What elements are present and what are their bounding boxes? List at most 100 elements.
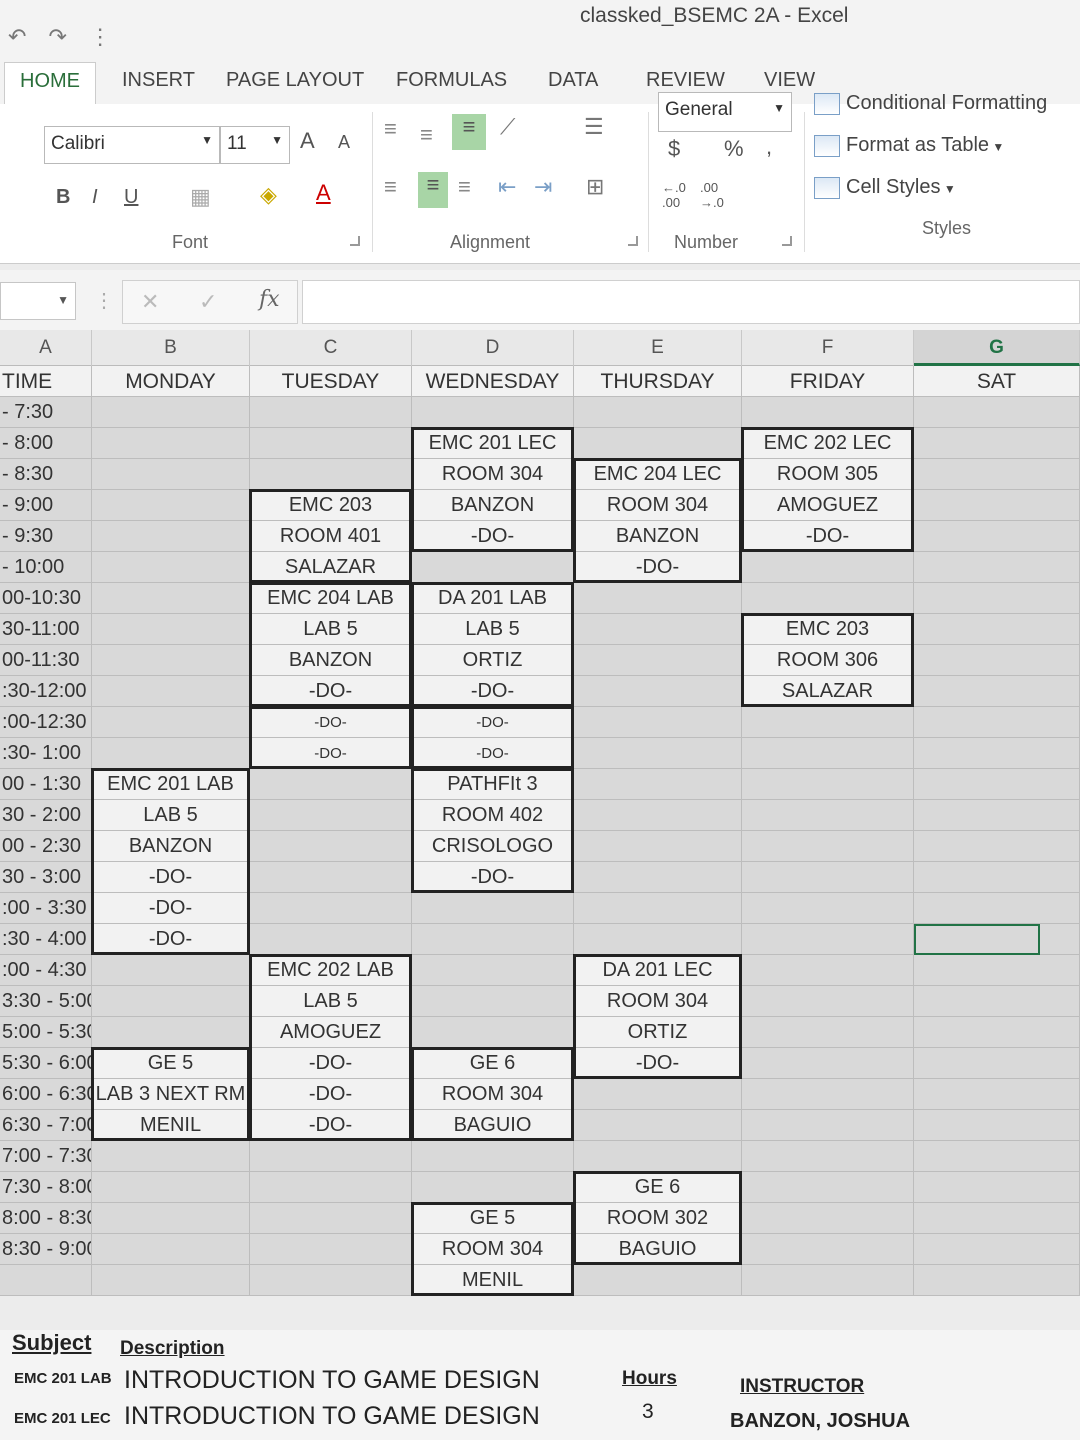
time-cell[interactable]: :00 - 3:30 (0, 893, 92, 924)
schedule-cell[interactable]: ROOM 304 (412, 1234, 574, 1265)
schedule-cell[interactable] (92, 490, 250, 521)
schedule-cell[interactable]: LAB 3 NEXT RM (92, 1079, 250, 1110)
time-cell[interactable]: - 9:00 (0, 490, 92, 521)
schedule-cell[interactable]: AMOGUEZ (742, 490, 914, 521)
schedule-cell[interactable] (914, 1079, 1080, 1110)
schedule-cell[interactable] (250, 1141, 412, 1172)
header-wednesday[interactable]: WEDNESDAY (412, 366, 574, 397)
insert-function-icon[interactable]: fx (259, 287, 280, 312)
time-cell[interactable]: 6:30 - 7:00 (0, 1110, 92, 1141)
schedule-cell[interactable] (574, 924, 742, 955)
schedule-cell[interactable]: BANZON (92, 831, 250, 862)
schedule-cell[interactable]: -DO- (412, 738, 574, 769)
schedule-cell[interactable]: AMOGUEZ (250, 1017, 412, 1048)
schedule-cell[interactable]: EMC 202 LAB (250, 955, 412, 986)
alignment-dialog-launcher[interactable] (628, 236, 638, 246)
borders-icon[interactable]: ▦ (190, 184, 211, 210)
schedule-cell[interactable]: ROOM 304 (412, 459, 574, 490)
schedule-cell[interactable]: -DO- (92, 862, 250, 893)
schedule-cell[interactable] (914, 1048, 1080, 1079)
schedule-cell[interactable] (742, 800, 914, 831)
schedule-cell[interactable]: DA 201 LEC (574, 955, 742, 986)
schedule-cell[interactable] (92, 1172, 250, 1203)
schedule-cell[interactable]: -DO- (412, 521, 574, 552)
schedule-cell[interactable] (250, 893, 412, 924)
schedule-cell[interactable]: ORTIZ (412, 645, 574, 676)
schedule-cell[interactable] (742, 1172, 914, 1203)
schedule-cell[interactable]: PATHFIt 3 (412, 769, 574, 800)
schedule-cell[interactable] (742, 924, 914, 955)
schedule-cell[interactable] (412, 552, 574, 583)
schedule-cell[interactable] (914, 1017, 1080, 1048)
schedule-cell[interactable]: EMC 201 LAB (92, 769, 250, 800)
schedule-cell[interactable]: ROOM 304 (574, 986, 742, 1017)
schedule-cell[interactable]: -DO- (574, 1048, 742, 1079)
tab-data[interactable]: DATA (544, 62, 602, 106)
schedule-cell[interactable]: DA 201 LAB (412, 583, 574, 614)
schedule-cell[interactable] (742, 1234, 914, 1265)
decrease-indent-icon[interactable]: ⇤ (498, 174, 516, 200)
enter-icon[interactable]: ✓ (199, 289, 217, 315)
time-cell[interactable]: - 9:30 (0, 521, 92, 552)
time-cell[interactable]: 6:00 - 6:30 (0, 1079, 92, 1110)
schedule-cell[interactable]: -DO- (250, 676, 412, 707)
schedule-cell[interactable] (742, 707, 914, 738)
align-bottom-icon[interactable]: ≡ (452, 114, 486, 150)
time-cell[interactable]: 8:30 - 9:00 (0, 1234, 92, 1265)
time-cell[interactable]: 30 - 3:00 (0, 862, 92, 893)
schedule-cell[interactable] (92, 397, 250, 428)
schedule-cell[interactable]: GE 5 (412, 1203, 574, 1234)
schedule-cell[interactable]: GE 6 (412, 1048, 574, 1079)
align-left-icon[interactable]: ≡ (384, 174, 397, 200)
schedule-cell[interactable] (574, 676, 742, 707)
time-cell[interactable]: 30 - 2:00 (0, 800, 92, 831)
schedule-cell[interactable] (742, 893, 914, 924)
schedule-cell[interactable] (92, 428, 250, 459)
schedule-cell[interactable] (412, 1141, 574, 1172)
merge-center-icon[interactable]: ⊞ (586, 174, 604, 200)
schedule-cell[interactable] (742, 1017, 914, 1048)
schedule-cell[interactable] (92, 459, 250, 490)
time-cell[interactable] (0, 1265, 92, 1296)
schedule-cell[interactable]: -DO- (250, 1048, 412, 1079)
underline-button[interactable]: U (124, 186, 138, 209)
schedule-cell[interactable] (914, 521, 1080, 552)
comma-button[interactable]: , (766, 134, 772, 160)
schedule-cell[interactable] (742, 1110, 914, 1141)
column-header-b[interactable]: B (92, 330, 250, 366)
schedule-cell[interactable] (574, 1110, 742, 1141)
schedule-cell[interactable]: EMC 201 LEC (412, 428, 574, 459)
schedule-cell[interactable]: ROOM 304 (574, 490, 742, 521)
currency-button[interactable]: $ (668, 136, 680, 162)
schedule-cell[interactable] (250, 459, 412, 490)
schedule-cell[interactable] (92, 738, 250, 769)
time-cell[interactable]: 00-10:30 (0, 583, 92, 614)
schedule-cell[interactable]: GE 6 (574, 1172, 742, 1203)
header-thursday[interactable]: THURSDAY (574, 366, 742, 397)
schedule-cell[interactable] (250, 769, 412, 800)
schedule-cell[interactable] (250, 1172, 412, 1203)
schedule-cell[interactable] (742, 552, 914, 583)
schedule-cell[interactable] (92, 1234, 250, 1265)
schedule-cell[interactable] (742, 862, 914, 893)
schedule-cell[interactable]: BANZON (250, 645, 412, 676)
column-header-e[interactable]: E (574, 330, 742, 366)
column-header-f[interactable]: F (742, 330, 914, 366)
schedule-cell[interactable]: EMC 204 LEC (574, 459, 742, 490)
schedule-cell[interactable]: GE 5 (92, 1048, 250, 1079)
schedule-cell[interactable] (914, 1172, 1080, 1203)
time-cell[interactable]: :30 - 4:00 (0, 924, 92, 955)
schedule-cell[interactable] (92, 583, 250, 614)
schedule-cell[interactable] (574, 893, 742, 924)
schedule-cell[interactable] (914, 490, 1080, 521)
time-cell[interactable]: :30- 1:00 (0, 738, 92, 769)
time-cell[interactable]: 5:30 - 6:00 (0, 1048, 92, 1079)
schedule-cell[interactable] (574, 1079, 742, 1110)
schedule-cell[interactable]: -DO- (92, 924, 250, 955)
time-cell[interactable]: 5:00 - 5:30 (0, 1017, 92, 1048)
schedule-cell[interactable] (742, 955, 914, 986)
schedule-cell[interactable]: EMC 203 (742, 614, 914, 645)
schedule-cell[interactable]: MENIL (92, 1110, 250, 1141)
time-cell[interactable]: :00 - 4:30 (0, 955, 92, 986)
schedule-cell[interactable]: LAB 5 (250, 986, 412, 1017)
